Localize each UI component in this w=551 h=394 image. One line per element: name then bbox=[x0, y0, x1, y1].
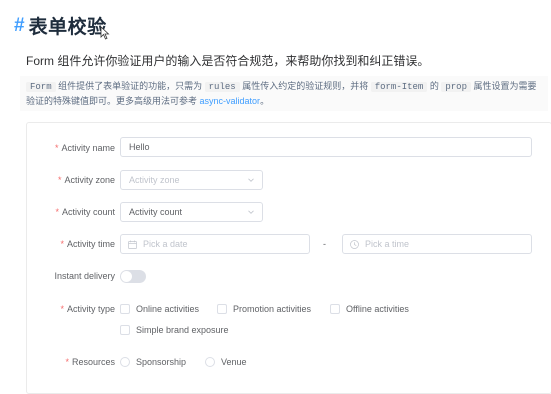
resources-label: * Resources bbox=[65, 357, 115, 367]
required-mark: * bbox=[60, 239, 64, 249]
description-block: Form 组件提供了表单验证的功能，只需为 rules 属性传入约定的验证规则，… bbox=[20, 76, 548, 111]
switch-knob bbox=[121, 271, 132, 282]
activity-name-value: Hello bbox=[129, 142, 150, 152]
page-header: # 表单校验 bbox=[14, 12, 107, 39]
radio-dot bbox=[205, 357, 215, 367]
chevron-down-icon bbox=[248, 210, 254, 214]
mouse-cursor-icon bbox=[100, 26, 110, 40]
required-mark: * bbox=[65, 357, 69, 367]
date-picker-input[interactable]: Pick a date bbox=[120, 234, 310, 254]
instant-delivery-label: Instant delivery bbox=[54, 271, 115, 281]
anchor-hash[interactable]: # bbox=[14, 15, 25, 37]
desc-end: 。 bbox=[260, 96, 270, 106]
code-prop: prop bbox=[441, 82, 471, 92]
required-mark: * bbox=[55, 207, 59, 217]
radio-sponsorship[interactable]: Sponsorship bbox=[120, 357, 186, 367]
date-placeholder: Pick a date bbox=[143, 239, 188, 249]
radio-venue[interactable]: Venue bbox=[205, 357, 247, 367]
checkbox-box bbox=[120, 304, 130, 314]
time-placeholder: Pick a time bbox=[365, 239, 410, 249]
time-separator: - bbox=[323, 239, 326, 249]
desc-text-2: 属性传入约定的验证规则，并将 bbox=[242, 81, 369, 91]
clock-icon bbox=[350, 240, 359, 249]
radio-dot bbox=[120, 357, 130, 367]
page-title: 表单校验 bbox=[28, 17, 107, 38]
activity-time-label: * Activity time bbox=[60, 239, 115, 249]
activity-type-label: * Activity type bbox=[60, 304, 115, 314]
activity-count-select[interactable]: Activity count bbox=[120, 202, 263, 222]
checkbox-promotion-activities[interactable]: Promotion activities bbox=[217, 304, 311, 314]
page-subtitle: Form 组件允许你验证用户的输入是否符合规范，来帮助你找到和纠正错误。 bbox=[26, 54, 430, 68]
activity-name-input[interactable]: Hello bbox=[120, 137, 532, 157]
checkbox-box bbox=[330, 304, 340, 314]
calendar-icon bbox=[128, 240, 137, 249]
code-form: Form bbox=[26, 82, 56, 92]
desc-text-3: 的 bbox=[429, 81, 439, 91]
activity-name-label: * Activity name bbox=[54, 143, 115, 153]
required-mark: * bbox=[57, 175, 62, 185]
checkbox-online-activities[interactable]: Online activities bbox=[120, 304, 199, 314]
form-card: * Activity name Hello * Activity zone Acti… bbox=[26, 122, 551, 394]
code-rules: rules bbox=[204, 82, 240, 92]
instant-delivery-switch[interactable] bbox=[120, 270, 146, 283]
required-mark: * bbox=[54, 143, 59, 153]
chevron-down-icon bbox=[248, 178, 254, 182]
checkbox-simple-brand-exposure[interactable]: Simple brand exposure bbox=[120, 325, 229, 335]
activity-count-value: Activity count bbox=[129, 207, 183, 217]
required-mark: * bbox=[60, 304, 64, 314]
time-picker-input[interactable]: Pick a time bbox=[342, 234, 532, 254]
activity-zone-select[interactable]: Activity zone bbox=[120, 170, 263, 190]
activity-zone-placeholder: Activity zone bbox=[129, 175, 180, 185]
desc-text-1: 组件提供了表单验证的功能，只需为 bbox=[58, 81, 203, 91]
checkbox-offline-activities[interactable]: Offline activities bbox=[330, 304, 409, 314]
checkbox-box bbox=[120, 325, 130, 335]
activity-zone-label: * Activity zone bbox=[57, 175, 115, 185]
checkbox-box bbox=[217, 304, 227, 314]
async-validator-link[interactable]: async-validator bbox=[200, 96, 261, 106]
activity-count-label: * Activity count bbox=[55, 207, 115, 217]
code-form-item: form-Item bbox=[370, 82, 428, 92]
